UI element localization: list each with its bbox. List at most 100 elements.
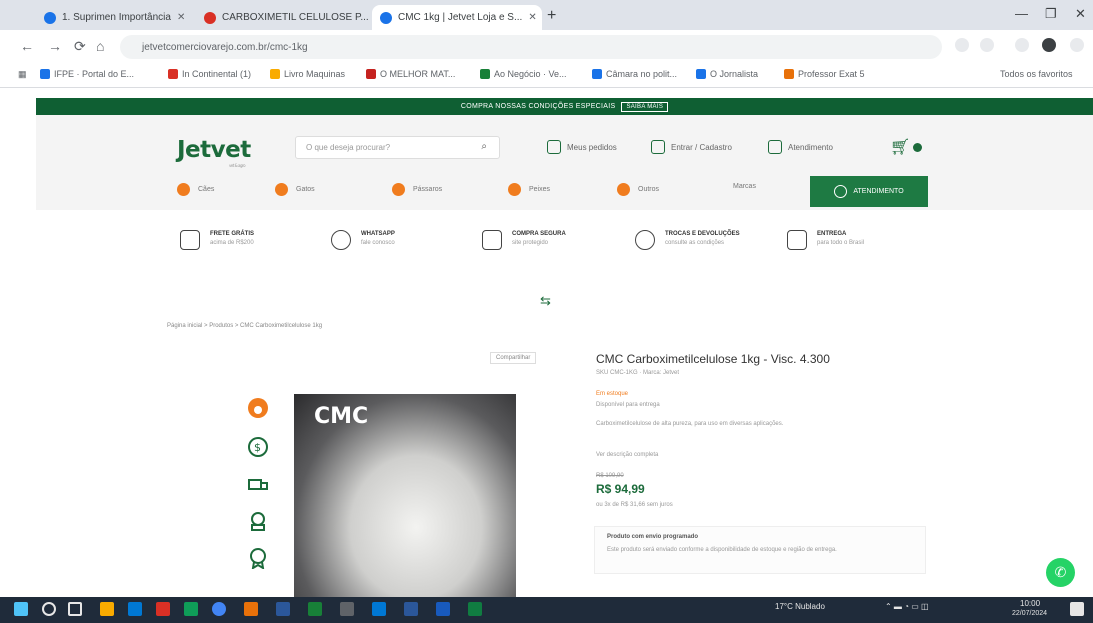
bookmark-3[interactable]: Livro Maquinas xyxy=(270,69,345,79)
bookmarks-bar: ▦ IFPE · Portal do E... In Continental (… xyxy=(0,64,1093,88)
cat-icon xyxy=(275,183,288,196)
extensions-icon[interactable] xyxy=(1015,38,1029,52)
close-icon[interactable]: ✕ xyxy=(177,12,185,23)
reload-button[interactable]: ⟳ xyxy=(74,38,86,55)
dog-icon xyxy=(177,183,190,196)
product-title: CMC Carboximetilcelulose 1kg - Visc. 4.3… xyxy=(596,352,830,366)
app-icon[interactable] xyxy=(156,602,170,616)
search-input[interactable]: O que deseja procurar? ⌕ xyxy=(295,136,500,159)
profile-avatar[interactable] xyxy=(1042,38,1056,52)
app-icon[interactable] xyxy=(276,602,290,616)
category-birds[interactable]: Pássaros xyxy=(392,183,442,196)
installments-text: ou 3x de R$ 31,66 sem juros xyxy=(596,502,673,508)
promo-text: COMPRA NOSSAS CONDIÇÕES ESPECIAIS xyxy=(460,103,616,110)
chrome-icon[interactable] xyxy=(212,602,226,616)
tab-title: CARBOXIMETIL CELULOSE P... xyxy=(222,12,368,23)
bookmark-7[interactable]: O Jornalista xyxy=(696,69,758,79)
address-bar[interactable]: jetvetcomerciovarejo.com.br/cmc-1kg xyxy=(120,35,942,59)
chat-icon xyxy=(834,185,848,198)
search-icon[interactable]: ⌕ xyxy=(481,141,487,152)
app-icon[interactable] xyxy=(404,602,418,616)
login-link[interactable]: Entrar / Cadastro xyxy=(651,140,732,154)
close-icon[interactable]: ✕ xyxy=(528,12,536,23)
taskbar: 17°C Nublado ⌃ ▬ ◔ ▭ ◫ 10:00 22/07/2024 xyxy=(0,597,1093,623)
more-link[interactable]: Ver descrição completa xyxy=(596,452,658,458)
taskview-icon[interactable] xyxy=(68,602,82,616)
atendimento-button[interactable]: ATENDIMENTO xyxy=(810,176,928,207)
bookmark-8[interactable]: Professor Exat 5 xyxy=(784,69,865,79)
benefit-returns: TROCAS E DEVOLUÇÕES consulte as condições xyxy=(635,230,740,250)
cart-button[interactable]: 🛒︎ xyxy=(890,137,923,157)
category-others[interactable]: Outros xyxy=(617,183,659,196)
category-fish[interactable]: Peixes xyxy=(508,183,550,196)
refresh-icon xyxy=(635,230,655,250)
old-price: R$ 109,90 xyxy=(596,473,624,479)
notification-icon[interactable] xyxy=(1070,602,1084,616)
app-icon[interactable] xyxy=(100,602,114,616)
paw-icon xyxy=(617,183,630,196)
apps-icon[interactable]: ▦ xyxy=(18,69,27,80)
category-brands[interactable]: Marcas xyxy=(733,183,756,190)
bird-icon xyxy=(392,183,405,196)
app-icon[interactable] xyxy=(128,602,142,616)
forward-button[interactable]: → xyxy=(48,38,62,54)
truck-icon xyxy=(180,230,200,250)
whatsapp-icon xyxy=(331,230,351,250)
app-icon[interactable] xyxy=(372,602,386,616)
orders-link[interactable]: Meus pedidos xyxy=(547,140,617,154)
whatsapp-icon: ✆ xyxy=(1054,564,1067,580)
bookmark-5[interactable]: Ao Negócio · Ve... xyxy=(480,69,567,79)
app-icon[interactable] xyxy=(436,602,450,616)
back-button[interactable]: ← xyxy=(20,38,34,54)
bookmark-favicon-icon xyxy=(40,69,50,79)
bookmark-favicon-icon xyxy=(480,69,490,79)
clock-time[interactable]: 10:00 xyxy=(1020,599,1040,608)
cart-icon: 🛒︎ xyxy=(890,139,911,156)
new-tab-button[interactable]: + xyxy=(547,7,556,25)
menu-icon[interactable] xyxy=(1070,38,1084,52)
shipping-notice: Produto com envio programado Este produt… xyxy=(594,526,926,574)
home-button[interactable]: ⌂ xyxy=(96,38,104,54)
orders-icon xyxy=(547,140,561,154)
app-icon[interactable] xyxy=(184,602,198,616)
promo-button[interactable]: SAIBA MAIS xyxy=(621,101,669,112)
tray-icons[interactable]: ⌃ ▬ ◔ ▭ ◫ xyxy=(885,602,929,611)
search-taskbar-icon[interactable] xyxy=(42,602,56,616)
carousel-icon[interactable]: ⇆ xyxy=(540,293,551,309)
product-image[interactable]: CMC xyxy=(294,394,516,599)
other-bookmarks[interactable]: Todos os favoritos xyxy=(1000,69,1073,79)
bookmark-favicon-icon xyxy=(270,69,280,79)
start-icon[interactable] xyxy=(14,602,28,616)
minimize-button[interactable]: — xyxy=(1015,6,1028,21)
headset-icon xyxy=(768,140,782,154)
clock-date[interactable]: 22/07/2024 xyxy=(1012,610,1047,617)
dollar-cycle-icon: $ xyxy=(248,437,268,457)
weather-widget[interactable]: 17°C Nublado xyxy=(775,602,825,611)
shield-icon xyxy=(787,230,807,250)
bookmark-4[interactable]: O MELHOR MAT... xyxy=(366,69,455,79)
app-icon[interactable] xyxy=(244,602,258,616)
share-button[interactable]: Compartilhar xyxy=(490,352,537,364)
browser-tab-2[interactable]: CARBOXIMETIL CELULOSE P... ✕ xyxy=(196,5,368,30)
address-text: jetvetcomerciovarejo.com.br/cmc-1kg xyxy=(142,41,308,53)
app-icon[interactable] xyxy=(340,602,354,616)
bookmark-2[interactable]: In Continental (1) xyxy=(168,69,251,79)
bookmark-6[interactable]: Câmara no polit... xyxy=(592,69,677,79)
app-icon[interactable] xyxy=(308,602,322,616)
browser-tab-3[interactable]: CMC 1kg | Jetvet Loja e S... ✕ xyxy=(372,5,542,30)
maximize-button[interactable]: ❐ xyxy=(1045,6,1057,22)
zoom-icon[interactable] xyxy=(955,38,969,52)
whatsapp-float-button[interactable]: ✆ xyxy=(1046,558,1075,587)
bookmark-1[interactable]: IFPE · Portal do E... xyxy=(40,69,134,79)
category-dogs[interactable]: Cães xyxy=(177,183,214,196)
support-link[interactable]: Atendimento xyxy=(768,140,833,154)
browser-tab-1[interactable]: 1. Suprimen Importância ✕ xyxy=(36,5,191,30)
site-logo[interactable]: Jetvet vet & agro xyxy=(177,137,251,168)
category-cats[interactable]: Gatos xyxy=(275,183,315,196)
app-icon[interactable] xyxy=(468,602,482,616)
product-image-label: CMC xyxy=(314,404,369,429)
breadcrumb[interactable]: Página inicial > Produtos > CMC Carboxim… xyxy=(167,323,322,329)
fish-icon xyxy=(508,183,521,196)
window-close-button[interactable]: ✕ xyxy=(1075,6,1086,22)
star-icon[interactable] xyxy=(980,38,994,52)
